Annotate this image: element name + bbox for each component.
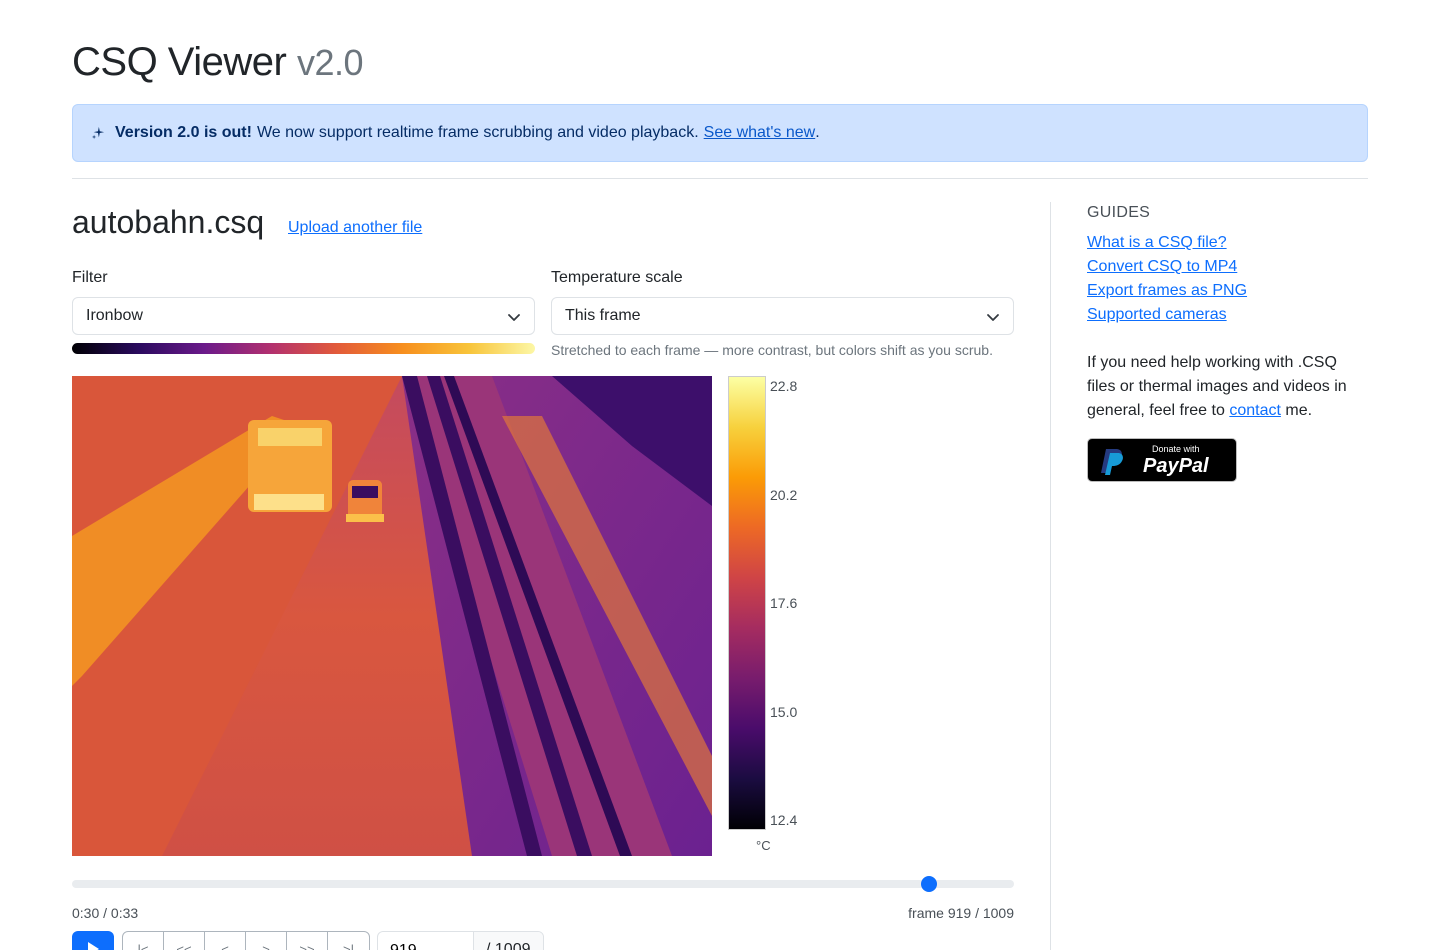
- alert-text: We now support realtime frame scrubbing …: [256, 124, 699, 141]
- filter-selected: Ironbow: [86, 307, 143, 324]
- thermal-scene: [72, 376, 712, 856]
- paypal-logo-icon: [1101, 449, 1123, 475]
- paypal-donate-button[interactable]: Donate with PayPal: [1087, 438, 1237, 482]
- temperature-scale-select[interactable]: This frame: [551, 297, 1014, 335]
- guide-link-supported-cameras[interactable]: Supported cameras: [1087, 306, 1227, 324]
- paypal-big-text: PayPal: [1143, 455, 1209, 477]
- play-button[interactable]: [72, 931, 114, 950]
- page-title: CSQ Viewer v2.0: [72, 40, 364, 85]
- colorbar-tick: 15.0: [770, 704, 798, 720]
- filter-select[interactable]: Ironbow: [72, 297, 535, 335]
- alert-bold: Version 2.0 is out!: [115, 124, 252, 141]
- guide-link-convert-mp4[interactable]: Convert CSQ to MP4: [1087, 258, 1237, 276]
- playback-time: 0:30 / 0:33: [72, 905, 139, 921]
- announcement-alert: Version 2.0 is out! We now support realt…: [72, 104, 1368, 162]
- help-text-after: me.: [1285, 402, 1313, 419]
- upload-another-file-link[interactable]: Upload another file: [288, 219, 422, 237]
- temperature-scale-label: Temperature scale: [551, 269, 683, 286]
- sidebar-divider: [1050, 202, 1051, 950]
- paypal-small-text: Donate with: [1152, 444, 1200, 454]
- frame-number-input[interactable]: [378, 932, 473, 950]
- file-title: autobahn.csq: [72, 204, 265, 240]
- step-back-icon: <: [221, 942, 229, 950]
- colorbar-tick: 17.6: [770, 595, 798, 611]
- colorbar-tick: 20.2: [770, 487, 798, 503]
- last-frame-icon: >|: [343, 942, 354, 950]
- chevron-down-icon: [987, 314, 999, 321]
- alert-end: .: [815, 124, 820, 141]
- forward-10-frames-button[interactable]: >>: [287, 932, 328, 950]
- first-frame-button[interactable]: |<: [123, 932, 164, 950]
- divider: [72, 178, 1368, 179]
- step-forward-icon: >: [262, 942, 270, 950]
- back-10-frames-button[interactable]: <<: [164, 932, 205, 950]
- frame-number-group: / 1009: [377, 931, 544, 950]
- guide-link-what-is-csq[interactable]: What is a CSQ file?: [1087, 234, 1227, 252]
- forward-1-frame-button[interactable]: >: [246, 932, 287, 950]
- guides-heading: GUIDES: [1087, 204, 1151, 221]
- frame-counter: frame 919 / 1009: [908, 905, 1014, 921]
- frame-scrubber-track[interactable]: [72, 880, 1014, 888]
- play-icon: [88, 942, 99, 950]
- app-version: v2.0: [296, 42, 364, 83]
- frame-scrubber-thumb[interactable]: [921, 876, 938, 892]
- sparkles-icon: [91, 126, 105, 140]
- back-1-frame-button[interactable]: <: [205, 932, 246, 950]
- filter-label: Filter: [72, 269, 108, 286]
- frame-step-controls: |< << < > >> >|: [122, 931, 370, 950]
- contact-link[interactable]: contact: [1229, 402, 1281, 419]
- help-text: If you need help working with .CSQ files…: [1087, 351, 1357, 423]
- temperature-scale-hint: Stretched to each frame — more contrast,…: [551, 342, 993, 358]
- chevron-down-icon: [508, 314, 520, 321]
- whats-new-link[interactable]: See what's new: [704, 124, 816, 142]
- last-frame-button[interactable]: >|: [328, 932, 369, 950]
- temperature-colorbar: [728, 376, 766, 830]
- fast-forward-icon: >>: [299, 942, 315, 950]
- guide-link-export-png[interactable]: Export frames as PNG: [1087, 282, 1247, 300]
- frame-total-addon: / 1009: [473, 932, 543, 950]
- colorbar-tick: 22.8: [770, 378, 798, 394]
- rewind-icon: <<: [176, 942, 192, 950]
- palette-preview-bar: [72, 343, 535, 354]
- app-name: CSQ Viewer: [72, 40, 287, 84]
- first-frame-icon: |<: [137, 942, 149, 950]
- colorbar-tick: 12.4: [770, 812, 798, 828]
- temperature-scale-selected: This frame: [565, 307, 641, 324]
- thermal-frame-image[interactable]: [72, 376, 712, 856]
- colorbar-unit: °C: [756, 838, 771, 853]
